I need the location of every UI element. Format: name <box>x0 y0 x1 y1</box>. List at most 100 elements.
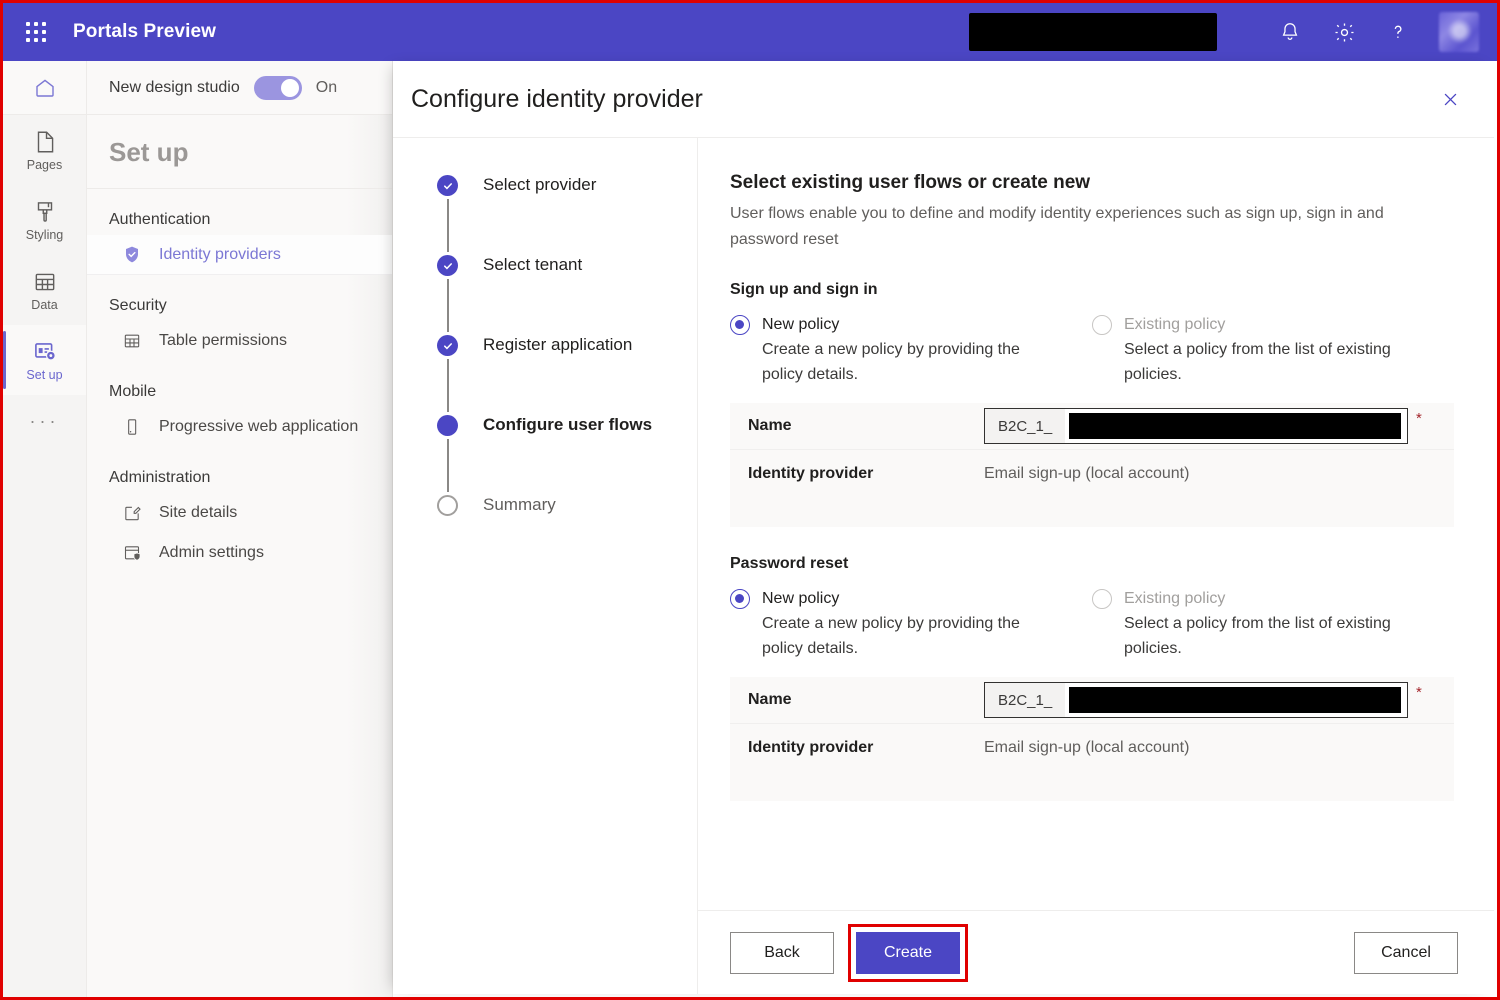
design-studio-toggle-bar: New design studio On <box>87 61 392 115</box>
gear-icon[interactable] <box>1321 9 1367 55</box>
table-icon <box>121 330 143 352</box>
step-label: Register application <box>483 334 632 355</box>
app-launcher-icon[interactable] <box>19 15 53 49</box>
page-title: Set up <box>87 115 392 189</box>
field-row-identity-provider-signup: Identity provider Email sign-up (local a… <box>730 450 1454 497</box>
name-value-redacted[interactable] <box>1069 687 1401 713</box>
create-button[interactable]: Create <box>856 932 960 974</box>
step-check-icon <box>437 255 458 276</box>
app-window: Portals Preview <box>0 0 1500 1000</box>
back-button[interactable]: Back <box>730 932 834 974</box>
close-icon[interactable] <box>1430 79 1470 119</box>
setup-gear-icon <box>32 339 58 365</box>
step-connector <box>447 279 449 332</box>
brush-icon <box>32 199 58 225</box>
nav-group-label: Administration <box>87 447 392 493</box>
mobile-icon <box>121 416 143 438</box>
rail-more-icon[interactable]: ··· <box>3 395 86 447</box>
nav-item-label: Table permissions <box>159 332 287 350</box>
help-icon[interactable] <box>1375 9 1421 55</box>
name-prefix: B2C_1_ <box>985 683 1065 717</box>
step-check-icon <box>437 175 458 196</box>
field-value: Email sign-up (local account) <box>984 739 1189 757</box>
dialog-body: Select provider Select tenant Register a… <box>393 137 1494 994</box>
wizard-step-select-provider[interactable]: Select provider <box>437 174 697 254</box>
radio-new-policy-signup[interactable] <box>730 315 750 335</box>
nav-item-progressive-web-application[interactable]: Progressive web application <box>87 407 392 447</box>
field-value: Email sign-up (local account) <box>984 465 1189 483</box>
radio-label: New policy <box>762 316 839 334</box>
nav-item-table-permissions[interactable]: Table permissions <box>87 321 392 361</box>
policy-name-input-passwordreset[interactable]: B2C_1_ <box>984 682 1408 718</box>
rail-item-styling[interactable]: Styling <box>3 185 86 255</box>
dialog-main-pane: Select existing user flows or create new… <box>698 138 1494 994</box>
policy-name-input-signup[interactable]: B2C_1_ <box>984 408 1408 444</box>
step-label: Select tenant <box>483 254 582 275</box>
edit-page-icon <box>121 502 143 524</box>
radio-existing-policy-signup[interactable] <box>1092 315 1112 335</box>
cancel-button[interactable]: Cancel <box>1354 932 1458 974</box>
nav-item-label: Admin settings <box>159 544 264 562</box>
nav-item-admin-settings[interactable]: Admin settings <box>87 533 392 573</box>
step-label: Summary <box>483 494 556 515</box>
nav-item-label: Progressive web application <box>159 418 358 436</box>
nav-item-label: Identity providers <box>159 246 281 264</box>
step-current-dot <box>437 415 458 436</box>
table-icon <box>32 269 58 295</box>
rail-label: Set up <box>26 369 62 382</box>
rail-item-data[interactable]: Data <box>3 255 86 325</box>
radio-label: Existing policy <box>1124 590 1225 608</box>
radio-option-existing-policy-passwordreset[interactable]: Existing policy Select a policy from the… <box>1092 589 1454 661</box>
rail-item-setup[interactable]: Set up <box>3 325 86 395</box>
radio-description: Create a new policy by providing the pol… <box>762 611 1062 661</box>
policy-fields-passwordreset: Name B2C_1_ * Identity provider <box>730 677 1454 801</box>
nav-item-site-details[interactable]: Site details <box>87 493 392 533</box>
nav-group-label: Security <box>87 275 392 321</box>
radio-new-policy-passwordreset[interactable] <box>730 589 750 609</box>
radio-description: Select a policy from the list of existin… <box>1124 611 1424 661</box>
wizard-step-select-tenant[interactable]: Select tenant <box>437 254 697 334</box>
home-icon[interactable] <box>3 61 86 115</box>
radio-description: Select a policy from the list of existin… <box>1124 337 1424 387</box>
dialog-header: Configure identity provider <box>393 61 1494 137</box>
step-connector <box>447 199 449 252</box>
radio-option-existing-policy-signup[interactable]: Existing policy Select a policy from the… <box>1092 315 1454 387</box>
avatar[interactable] <box>1439 12 1479 52</box>
field-label: Name <box>748 691 984 709</box>
top-app-bar: Portals Preview <box>3 3 1497 61</box>
new-design-studio-toggle[interactable] <box>254 76 302 100</box>
wizard-step-configure-user-flows[interactable]: Configure user flows <box>437 414 697 494</box>
bell-icon[interactable] <box>1267 9 1313 55</box>
dialog-title: Configure identity provider <box>411 85 1430 114</box>
content-heading: Select existing user flows or create new <box>730 172 1454 194</box>
wizard-steps: Select provider Select tenant Register a… <box>393 138 698 994</box>
policy-radio-group-passwordreset: New policy Create a new policy by provid… <box>730 589 1454 661</box>
rail-label: Styling <box>26 229 64 242</box>
name-prefix: B2C_1_ <box>985 409 1065 443</box>
search-input[interactable] <box>969 13 1217 51</box>
wizard-step-register-application[interactable]: Register application <box>437 334 697 414</box>
radio-option-new-policy-passwordreset[interactable]: New policy Create a new policy by provid… <box>730 589 1092 661</box>
section-title-sign-up-and-sign-in: Sign up and sign in <box>730 281 1454 299</box>
shield-check-icon <box>121 244 143 266</box>
radio-label: Existing policy <box>1124 316 1225 334</box>
name-value-redacted[interactable] <box>1069 413 1401 439</box>
field-label: Identity provider <box>748 739 984 757</box>
rail-label: Pages <box>27 159 62 172</box>
configure-identity-provider-dialog: Configure identity provider Select provi… <box>393 61 1494 994</box>
admin-shield-icon <box>121 542 143 564</box>
dialog-footer: Back Create Cancel <box>698 910 1494 994</box>
radio-option-new-policy-signup[interactable]: New policy Create a new policy by provid… <box>730 315 1092 387</box>
rail-label: Data <box>31 299 57 312</box>
policy-fields-signup: Name B2C_1_ * Identity provider <box>730 403 1454 527</box>
step-pending-dot <box>437 495 458 516</box>
nav-item-identity-providers[interactable]: Identity providers <box>87 235 392 275</box>
required-marker: * <box>1416 684 1422 701</box>
radio-label: New policy <box>762 590 839 608</box>
wizard-step-summary[interactable]: Summary <box>437 494 697 516</box>
step-label: Select provider <box>483 174 596 195</box>
radio-existing-policy-passwordreset[interactable] <box>1092 589 1112 609</box>
rail-item-pages[interactable]: Pages <box>3 115 86 185</box>
policy-radio-group-signup: New policy Create a new policy by provid… <box>730 315 1454 387</box>
section-title-password-reset: Password reset <box>730 555 1454 573</box>
